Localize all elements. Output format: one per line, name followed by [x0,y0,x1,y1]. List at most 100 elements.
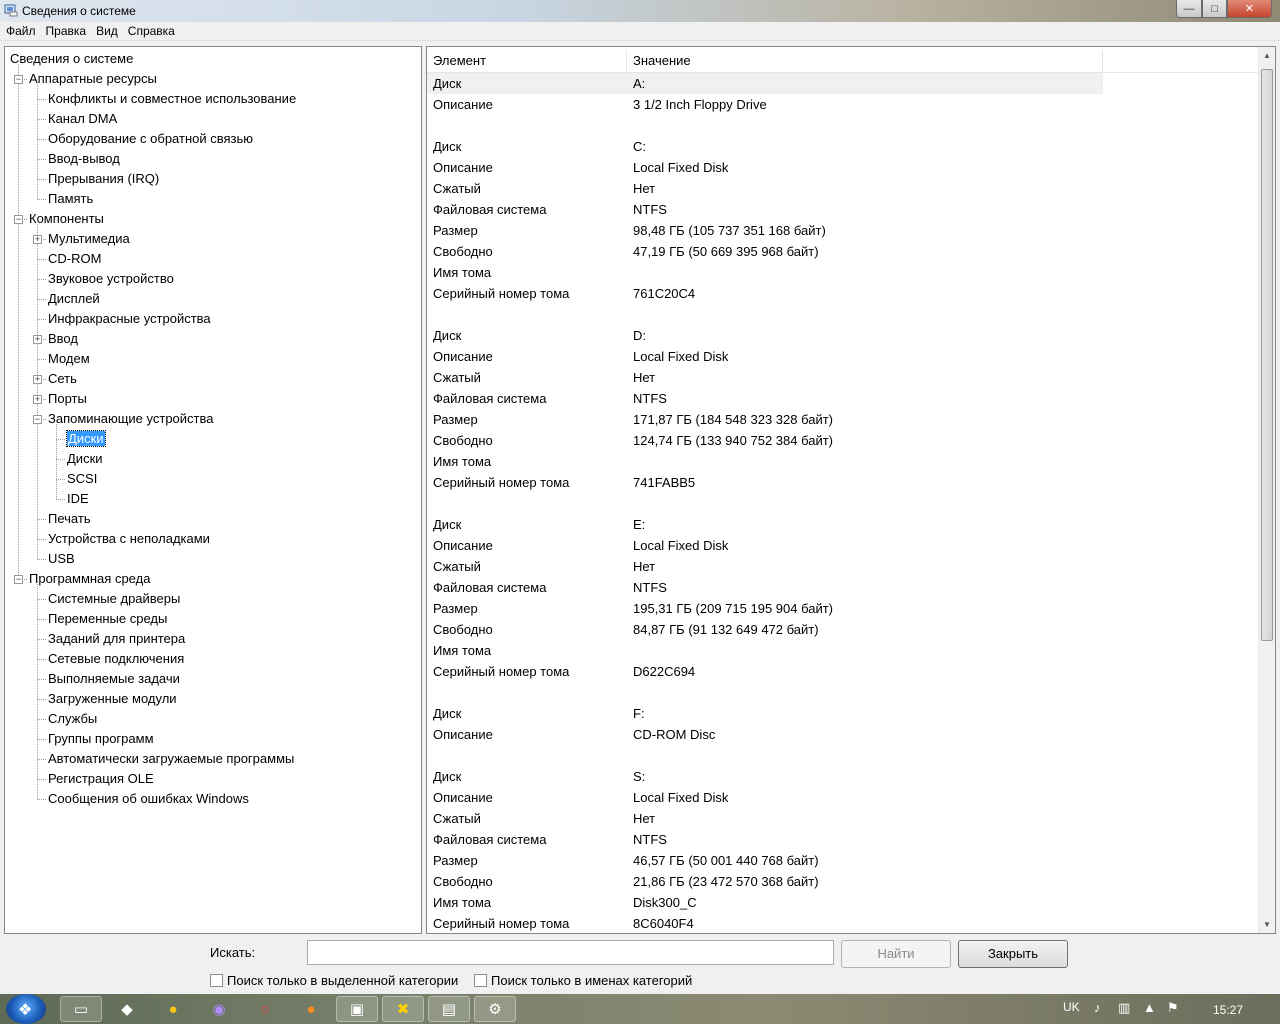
detail-row[interactable]: Файловая система NTFS [427,199,1259,220]
tree-item[interactable]: Мультимедиа [48,230,130,248]
detail-row[interactable]: Описание Local Fixed Disk [427,157,1259,178]
detail-row[interactable]: Размер 171,87 ГБ (184 548 323 328 байт) [427,409,1259,430]
tree-item[interactable]: Звуковое устройство [48,270,174,288]
tree-item[interactable]: Автоматически загружаемые программы [48,750,294,768]
maximize-button[interactable]: □ [1202,0,1227,18]
tree-item[interactable]: Дисплей [48,290,100,308]
tree-item[interactable]: Порты [48,390,87,408]
tree-item[interactable]: SCSI [67,470,97,488]
detail-row[interactable]: Описание CD-ROM Disc [427,724,1259,745]
tree-item[interactable]: Службы [48,710,97,728]
detail-row[interactable]: Диск F: [427,703,1259,724]
detail-row[interactable]: Свободно 124,74 ГБ (133 940 752 384 байт) [427,430,1259,451]
action-center-flag-icon[interactable]: ⚑ [1167,1000,1179,1016]
detail-row[interactable]: Диск E: [427,514,1259,535]
detail-row[interactable]: Описание Local Fixed Disk [427,346,1259,367]
taskbar-monitor[interactable]: ▤ [428,996,470,1022]
tree-item[interactable]: Программная среда [29,570,150,588]
taskbar-viber[interactable]: ◉ [198,996,240,1022]
detail-row[interactable]: Имя тома [427,262,1259,283]
tree-item[interactable]: Загруженные модули [48,690,177,708]
detail-row[interactable]: Свободно 47,19 ГБ (50 669 395 968 байт) [427,241,1259,262]
detail-row[interactable]: Сжатый Нет [427,367,1259,388]
start-button[interactable]: ❖ [6,994,46,1024]
avast-icon[interactable]: ▲ [1143,1000,1156,1015]
detail-row[interactable]: Диск C: [427,136,1259,157]
detail-row[interactable] [427,493,1259,514]
detail-row[interactable]: Файловая система NTFS [427,829,1259,850]
detail-row[interactable]: Серийный номер тома D622C694 [427,661,1259,682]
tree-item[interactable]: Диски [67,450,103,468]
scrollbar-thumb[interactable] [1261,69,1273,641]
taskbar-opera[interactable]: ○ [244,996,286,1022]
column-header-value[interactable]: Значение [627,50,1103,72]
detail-row[interactable] [427,304,1259,325]
tree-item[interactable]: Регистрация OLE [48,770,154,788]
taskbar-chrome[interactable]: ● [152,996,194,1022]
detail-row[interactable]: Имя тома [427,640,1259,661]
collapse-minus-icon[interactable]: − [14,75,23,84]
detail-row[interactable]: Описание Local Fixed Disk [427,787,1259,808]
menu-file[interactable]: Файл [6,24,36,38]
network-icon[interactable]: ▥ [1118,1000,1130,1016]
language-indicator[interactable]: UK [1063,1000,1080,1014]
taskbar-explorer[interactable]: ▭ [60,996,102,1022]
detail-row[interactable]: Файловая система NTFS [427,577,1259,598]
collapse-minus-icon[interactable]: − [14,575,23,584]
details-scrollbar[interactable]: ▲ ▼ [1258,47,1275,933]
column-header-item[interactable]: Элемент [427,50,627,72]
tree-item[interactable]: Выполняемые задачи [48,670,180,688]
expand-plus-icon[interactable]: + [33,395,42,404]
category-tree[interactable]: Сведения о системе Аппаратные ресурсы − Кон… [4,46,422,934]
tree-item[interactable]: Оборудование с обратной связью [48,130,253,148]
taskbar-xnview[interactable]: ✖ [382,996,424,1022]
expand-plus-icon[interactable]: + [33,335,42,344]
tree-item[interactable]: Печать [48,510,91,528]
tree-item[interactable]: Инфракрасные устройства [48,310,211,328]
tree-item[interactable]: Аппаратные ресурсы [29,70,157,88]
close-window-button[interactable]: ✕ [1227,0,1272,18]
tree-item[interactable]: Память [48,190,93,208]
collapse-minus-icon[interactable]: − [14,215,23,224]
tree-item[interactable]: Ввод-вывод [48,150,120,168]
scroll-up-arrow-icon[interactable]: ▲ [1259,47,1275,64]
taskbar-sysinfo[interactable]: ▣ [336,996,378,1022]
detail-row[interactable] [427,115,1259,136]
tree-item[interactable]: Системные драйверы [48,590,180,608]
tree-item[interactable]: Конфликты и совместное использование [48,90,296,108]
tree-item[interactable]: Модем [48,350,90,368]
detail-row[interactable]: Файловая система NTFS [427,388,1259,409]
tree-item[interactable]: Устройства с неполадками [48,530,210,548]
tree-item[interactable]: Канал DMA [48,110,117,128]
tree-item[interactable]: Сведения о системе [10,50,133,68]
checkbox-box[interactable] [210,974,223,987]
tree-item[interactable]: Сеть [48,370,77,388]
detail-row[interactable]: Диск S: [427,766,1259,787]
detail-row[interactable] [427,745,1259,766]
minimize-button[interactable]: — [1176,0,1202,18]
detail-row[interactable]: Серийный номер тома 741FABB5 [427,472,1259,493]
detail-row[interactable]: Описание 3 1/2 Inch Floppy Drive [427,94,1259,115]
tree-item[interactable]: CD-ROM [48,250,101,268]
checkbox-box[interactable] [474,974,487,987]
tree-item[interactable]: Запоминающие устройства [48,410,213,428]
tree-item[interactable]: USB [48,550,75,568]
volume-icon[interactable]: ♪ [1094,1000,1101,1015]
collapse-minus-icon[interactable]: − [33,415,42,424]
detail-row[interactable]: Серийный номер тома 761C20C4 [427,283,1259,304]
tree-item[interactable]: Прерывания (IRQ) [48,170,159,188]
taskbar-tool[interactable]: ⚙ [474,996,516,1022]
detail-row[interactable]: Сжатый Нет [427,178,1259,199]
scroll-down-arrow-icon[interactable]: ▼ [1259,916,1275,933]
search-category-names-checkbox[interactable]: Поиск только в именах категорий [474,973,692,988]
tree-item[interactable]: Ввод [48,330,78,348]
tree-item[interactable]: Диски [66,430,106,448]
menu-help[interactable]: Справка [128,24,175,38]
detail-row[interactable]: Размер 46,57 ГБ (50 001 440 768 байт) [427,850,1259,871]
detail-row[interactable]: Свободно 84,87 ГБ (91 132 649 472 байт) [427,619,1259,640]
menu-edit[interactable]: Правка [46,24,87,38]
tree-item[interactable]: Компоненты [29,210,104,228]
tree-item[interactable]: Заданий для принтера [48,630,185,648]
detail-row[interactable]: Размер 195,31 ГБ (209 715 195 904 байт) [427,598,1259,619]
taskbar-app[interactable]: ◆ [106,996,148,1022]
